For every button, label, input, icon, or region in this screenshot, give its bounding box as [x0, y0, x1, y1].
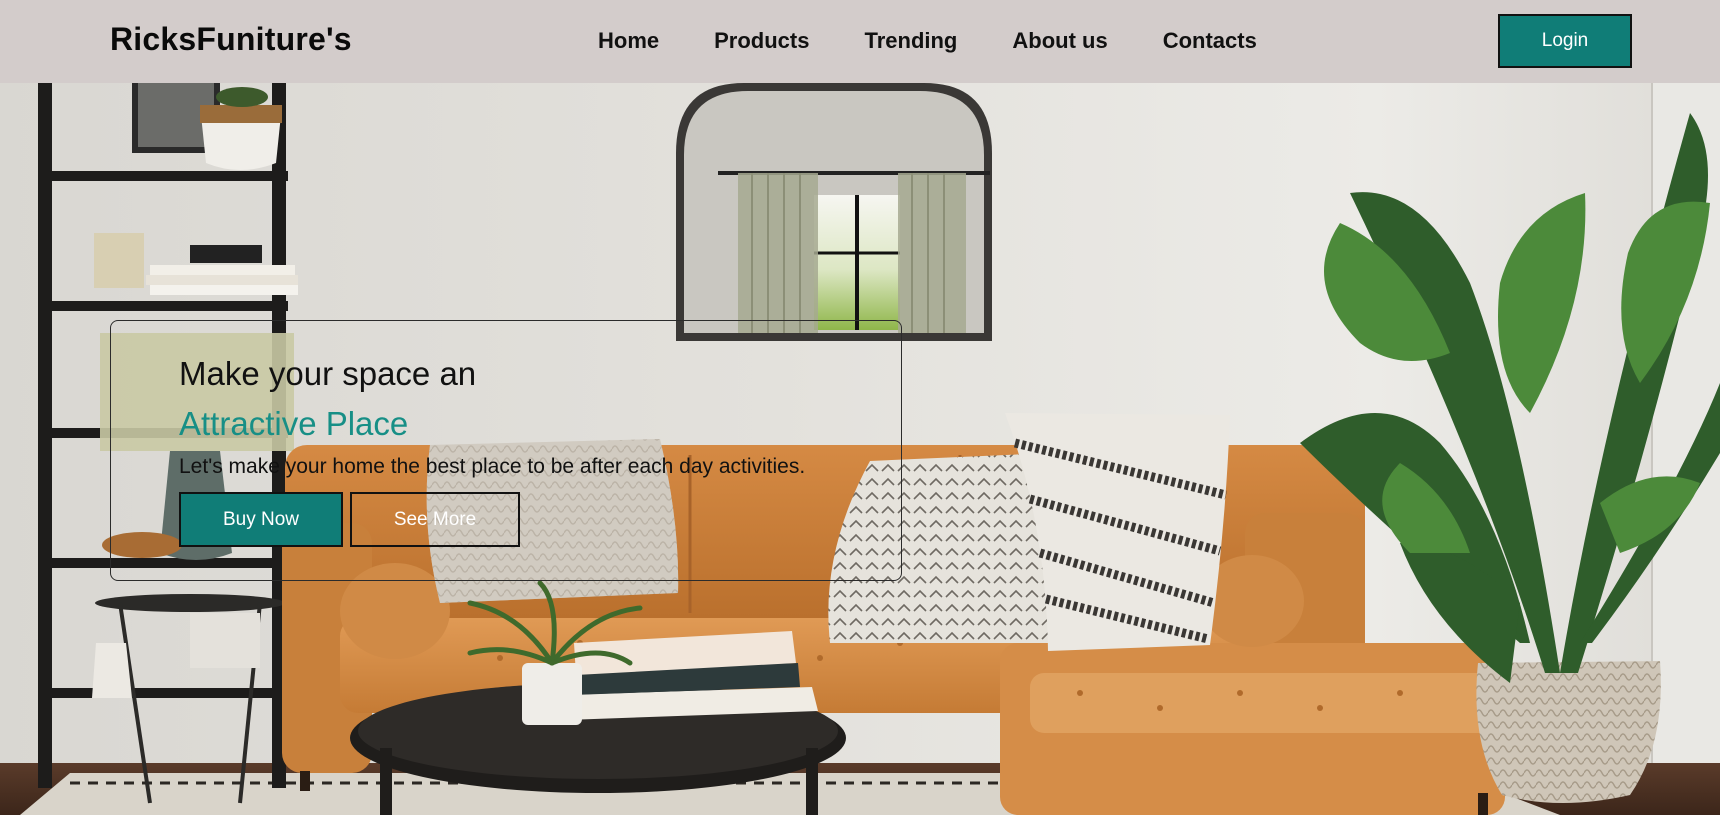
- hero-title: Make your space an: [179, 355, 477, 392]
- brand-logo-text[interactable]: RicksFuniture's: [110, 21, 352, 58]
- nav-link-products[interactable]: Products: [714, 28, 809, 54]
- nav-link-about-us[interactable]: About us: [1012, 28, 1107, 54]
- hero-highlight-title: Attractive Place: [179, 405, 409, 442]
- login-button[interactable]: Login: [1498, 14, 1632, 68]
- hero-subtitle: Let's make your home the best place to b…: [179, 455, 806, 478]
- nav-link-contacts[interactable]: Contacts: [1163, 28, 1257, 54]
- top-navbar: RicksFuniture's Home Products Trending A…: [0, 0, 1720, 83]
- main-nav: Home Products Trending About us Contacts: [598, 28, 1257, 54]
- nav-link-home[interactable]: Home: [598, 28, 659, 54]
- see-more-button[interactable]: See More: [350, 492, 520, 547]
- nav-link-trending[interactable]: Trending: [864, 28, 957, 54]
- buy-now-button[interactable]: Buy Now: [179, 492, 343, 547]
